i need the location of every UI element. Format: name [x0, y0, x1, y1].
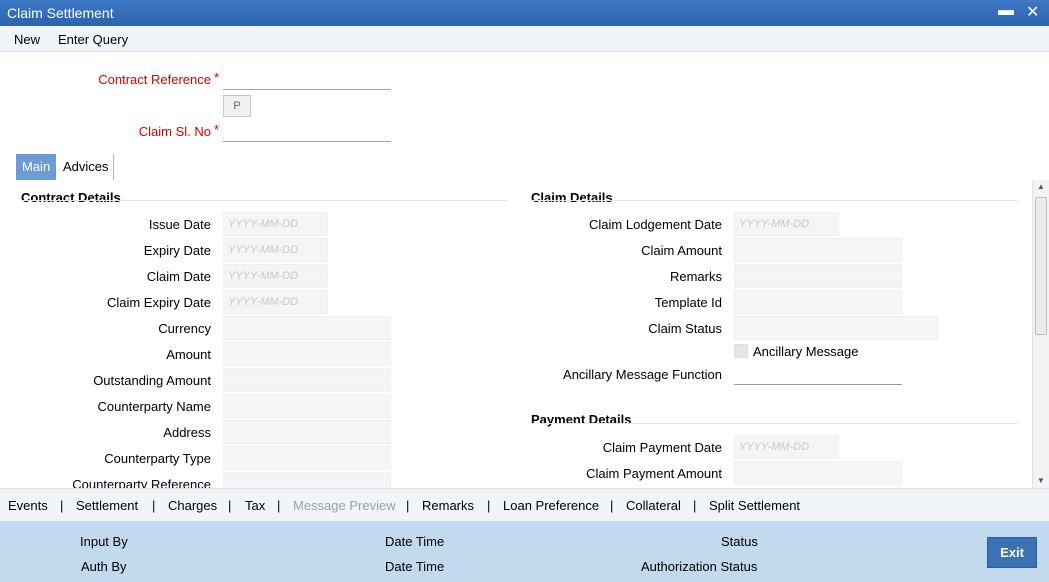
charges-link[interactable]: Charges: [168, 498, 217, 513]
bottom-link-bar: Events | Settlement | Charges | Tax | Me…: [0, 488, 1049, 521]
required-marker: *: [214, 70, 220, 85]
claim-sl-no-label: Claim Sl. No: [138, 124, 211, 139]
claim-expiry-date-input[interactable]: YYYY-MM-DD: [223, 290, 328, 314]
address-label: Address: [163, 425, 211, 440]
ancillary-message-function-input[interactable]: [734, 363, 902, 385]
section-divider: [531, 200, 1018, 201]
claim-expiry-date-label: Claim Expiry Date: [106, 295, 211, 310]
scrollbar-thumb[interactable]: [1035, 197, 1047, 335]
split-settlement-link[interactable]: Split Settlement: [709, 498, 800, 513]
currency-input[interactable]: [223, 316, 391, 340]
collateral-link[interactable]: Collateral: [626, 498, 681, 513]
expiry-date-label: Expiry Date: [143, 243, 211, 258]
ancillary-message-function-label: Ancillary Message Function: [563, 367, 722, 382]
counterparty-name-input[interactable]: [223, 394, 391, 418]
amount-label: Amount: [166, 347, 211, 362]
amount-input[interactable]: [223, 342, 391, 366]
link-separator: |: [487, 498, 491, 513]
counterparty-name-label: Counterparty Name: [97, 399, 211, 414]
link-separator: |: [406, 498, 410, 513]
claim-payment-date-input[interactable]: YYYY-MM-DD: [734, 435, 839, 459]
claim-sl-no-input[interactable]: [223, 122, 391, 142]
remarks-link[interactable]: Remarks: [422, 498, 474, 513]
section-divider: [21, 200, 508, 201]
scroll-down-icon[interactable]: ▼: [1037, 476, 1045, 485]
claim-date-label: Claim Date: [146, 269, 211, 284]
remarks-input[interactable]: [734, 264, 902, 288]
loan-preference-link[interactable]: Loan Preference: [503, 498, 599, 513]
currency-label: Currency: [158, 321, 211, 336]
p-button[interactable]: P: [223, 95, 251, 117]
auth-date-time-label: Date Time: [385, 559, 445, 574]
main-tab-panel: Contract Details Issue Date YYYY-MM-DD E…: [0, 180, 1032, 488]
status-label: Status: [721, 534, 758, 549]
ancillary-message-label: Ancillary Message: [753, 344, 859, 359]
message-preview-link: Message Preview: [293, 498, 396, 513]
outstanding-amount-input[interactable]: [223, 368, 391, 392]
claim-status-input[interactable]: [734, 316, 938, 340]
vertical-scrollbar[interactable]: ▲ ▼: [1032, 180, 1049, 488]
claim-lodgement-date-label: Claim Lodgement Date: [589, 217, 722, 232]
template-id-label: Template Id: [654, 295, 722, 310]
menu-bar: New Enter Query: [0, 26, 1049, 52]
tab-main[interactable]: Main: [16, 154, 57, 180]
tax-link[interactable]: Tax: [245, 498, 265, 513]
issue-date-label: Issue Date: [148, 217, 211, 232]
link-separator: |: [60, 498, 64, 513]
address-input[interactable]: [223, 420, 391, 444]
events-link[interactable]: Events: [8, 498, 48, 513]
claim-status-label: Claim Status: [648, 321, 722, 336]
claim-payment-date-label: Claim Payment Date: [602, 440, 722, 455]
auth-by-label: Auth By: [81, 559, 127, 574]
claim-payment-amount-input[interactable]: [734, 461, 902, 485]
counterparty-type-input[interactable]: [223, 446, 391, 470]
claim-lodgement-date-input[interactable]: YYYY-MM-DD: [734, 212, 839, 236]
minimize-icon[interactable]: ▬: [998, 2, 1014, 20]
claim-amount-label: Claim Amount: [641, 243, 722, 258]
counterparty-reference-label: Counterparty Reference: [72, 477, 211, 488]
close-icon[interactable]: ✕: [1026, 2, 1039, 22]
claim-details-title: Claim Details: [531, 190, 613, 205]
contract-reference-label: Contract Reference: [98, 72, 211, 87]
link-separator: |: [610, 498, 614, 513]
expiry-date-input[interactable]: YYYY-MM-DD: [223, 238, 328, 262]
authorization-status-label: Authorization Status: [641, 559, 758, 574]
section-divider: [531, 423, 1018, 424]
settlement-link[interactable]: Settlement: [76, 498, 138, 513]
input-date-time-label: Date Time: [385, 534, 445, 549]
claim-payment-amount-label: Claim Payment Amount: [586, 466, 722, 481]
counterparty-reference-input[interactable]: [223, 472, 391, 488]
window-title: Claim Settlement: [7, 5, 114, 21]
link-separator: |: [152, 498, 156, 513]
claim-date-input[interactable]: YYYY-MM-DD: [223, 264, 328, 288]
window-titlebar: Claim Settlement ▬ ✕: [0, 0, 1049, 26]
enter-query-menu-item[interactable]: Enter Query: [58, 32, 128, 47]
counterparty-type-label: Counterparty Type: [104, 451, 211, 466]
remarks-label: Remarks: [669, 269, 722, 284]
issue-date-input[interactable]: YYYY-MM-DD: [223, 212, 328, 236]
link-separator: |: [277, 498, 281, 513]
exit-button[interactable]: Exit: [987, 537, 1037, 568]
ancillary-message-checkbox[interactable]: [734, 344, 748, 358]
required-marker: *: [214, 122, 220, 137]
tab-advices[interactable]: Advices: [57, 154, 115, 180]
audit-footer: Input By Auth By Date Time Date Time Sta…: [0, 521, 1049, 582]
contract-details-title: Contract Details: [21, 190, 121, 205]
claim-amount-input[interactable]: [734, 238, 902, 262]
tab-divider: [113, 154, 114, 180]
contract-reference-input[interactable]: [223, 70, 391, 90]
link-separator: |: [693, 498, 697, 513]
input-by-label: Input By: [80, 534, 128, 549]
new-menu-item[interactable]: New: [14, 32, 40, 47]
link-separator: |: [228, 498, 232, 513]
scroll-up-icon[interactable]: ▲: [1037, 182, 1045, 191]
template-id-input[interactable]: [734, 290, 902, 314]
outstanding-amount-label: Outstanding Amount: [93, 373, 211, 388]
payment-details-title: Payment Details: [531, 412, 632, 427]
